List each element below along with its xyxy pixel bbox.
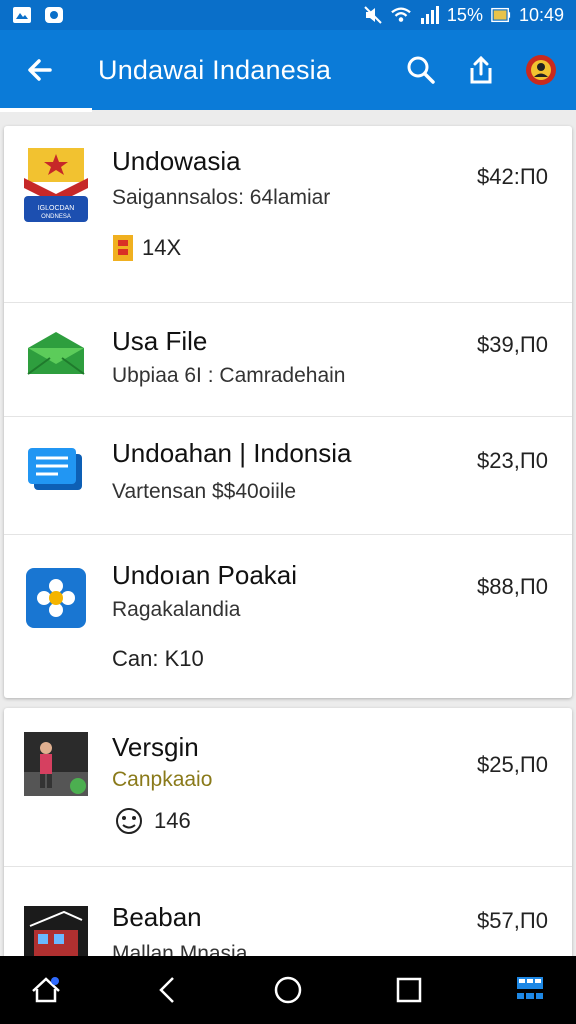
circle-home-icon — [274, 976, 302, 1004]
avatar-icon — [526, 55, 556, 85]
svg-text:IGLOCDAN: IGLOCDAN — [38, 205, 75, 212]
item-name: Beaban — [112, 902, 202, 932]
file-tag-icon — [113, 235, 133, 261]
app-icon-shield: IGLOCDAN ONDNESA — [24, 148, 88, 222]
item-subtitle: Saigannsalos: 64lamiar — [112, 186, 331, 209]
nav-back-button[interactable] — [139, 962, 195, 1018]
app-icon-game — [24, 732, 88, 796]
nav-home-button[interactable] — [260, 962, 316, 1018]
system-nav-bar — [0, 956, 576, 1024]
gallery-notification-icon — [12, 5, 32, 25]
list-item[interactable]: Versgin Canpkaaio 146 $25,Π0 — [4, 708, 572, 867]
item-subtitle: Canpkaaio — [112, 768, 213, 791]
item-price: $88,Π0 — [477, 574, 548, 599]
chevron-left-icon — [159, 977, 174, 1003]
app-icon-message — [24, 446, 88, 510]
share-button[interactable] — [462, 51, 500, 89]
list-item[interactable]: IGLOCDAN ONDNESA Undowasia Saigannsalos:… — [4, 126, 572, 303]
home-assist-icon — [32, 977, 60, 1003]
page-title: Undawai Indanesia — [98, 54, 332, 85]
app-bar: Undawai Indanesia — [0, 30, 576, 110]
back-button[interactable] — [20, 50, 60, 90]
item-subtitle: Vartensan $$40oiile — [112, 480, 297, 503]
item-name: Undowasia — [112, 146, 241, 176]
item-price: $42:Π0 — [477, 164, 548, 189]
item-meta-text: Can: K10 — [112, 646, 204, 671]
list-item[interactable]: Undoıan Poakai Ragakalandia Can: K10 $88… — [4, 534, 572, 698]
search-icon — [407, 56, 435, 84]
app-list-card: Versgin Canpkaaio 146 $25,Π0 Beaban Mall… — [4, 708, 572, 968]
app-list-card: IGLOCDAN ONDNESA Undowasia Saigannsalos:… — [4, 126, 572, 698]
nav-recents-button[interactable] — [381, 962, 437, 1018]
item-name: Usa File — [112, 326, 208, 356]
clock: 10:49 — [518, 4, 564, 25]
item-name: Undoıan Poakai — [112, 560, 298, 590]
tab-indicator — [0, 108, 92, 112]
item-name: Versgin — [112, 732, 199, 762]
list-item[interactable]: Beaban Mallan Mnasia $57,Π0 — [4, 866, 572, 968]
list-item[interactable]: Undoahan | Indonsia Vartensan $$40oiile … — [4, 416, 572, 535]
status-bar: 15% 10:49 — [0, 0, 576, 30]
item-subtitle: Ubpiaa 6I : Camradehain — [112, 364, 346, 387]
app-icon-envelope — [24, 328, 88, 392]
battery-percent: 15% — [446, 4, 483, 25]
item-meta: 146 — [112, 806, 191, 836]
smiley-icon — [116, 808, 142, 834]
item-meta: 14X — [112, 234, 181, 262]
arrow-left-icon — [28, 59, 52, 81]
square-recents-icon — [396, 977, 422, 1003]
signal-icon — [419, 5, 439, 25]
item-price: $39,Π0 — [477, 332, 548, 357]
item-subtitle: Ragakalandia — [112, 598, 241, 621]
profile-avatar[interactable] — [522, 51, 560, 89]
item-price: $57,Π0 — [477, 908, 548, 933]
item-meta-text: 146 — [154, 808, 191, 833]
list-item[interactable]: Usa File Ubpiaa 6I : Camradehain $39,Π0 — [4, 302, 572, 417]
keyboard-icon — [517, 977, 543, 999]
svg-text:ONDNESA: ONDNESA — [41, 214, 71, 220]
assistant-button[interactable] — [18, 962, 74, 1018]
item-meta-text: 14X — [142, 235, 182, 260]
wifi-icon — [391, 5, 411, 25]
mute-icon — [363, 5, 383, 25]
item-name: Undoahan | Indonsia — [112, 438, 352, 468]
item-meta: Can: K10 — [112, 646, 204, 672]
app-icon-flower — [24, 566, 88, 630]
camera-notification-icon — [44, 5, 64, 25]
keyboard-switch-button[interactable] — [502, 962, 558, 1018]
item-price: $23,Π0 — [477, 448, 548, 473]
item-price: $25,Π0 — [477, 752, 548, 777]
search-button[interactable] — [402, 51, 440, 89]
share-icon — [470, 55, 492, 84]
battery-icon — [491, 5, 511, 25]
